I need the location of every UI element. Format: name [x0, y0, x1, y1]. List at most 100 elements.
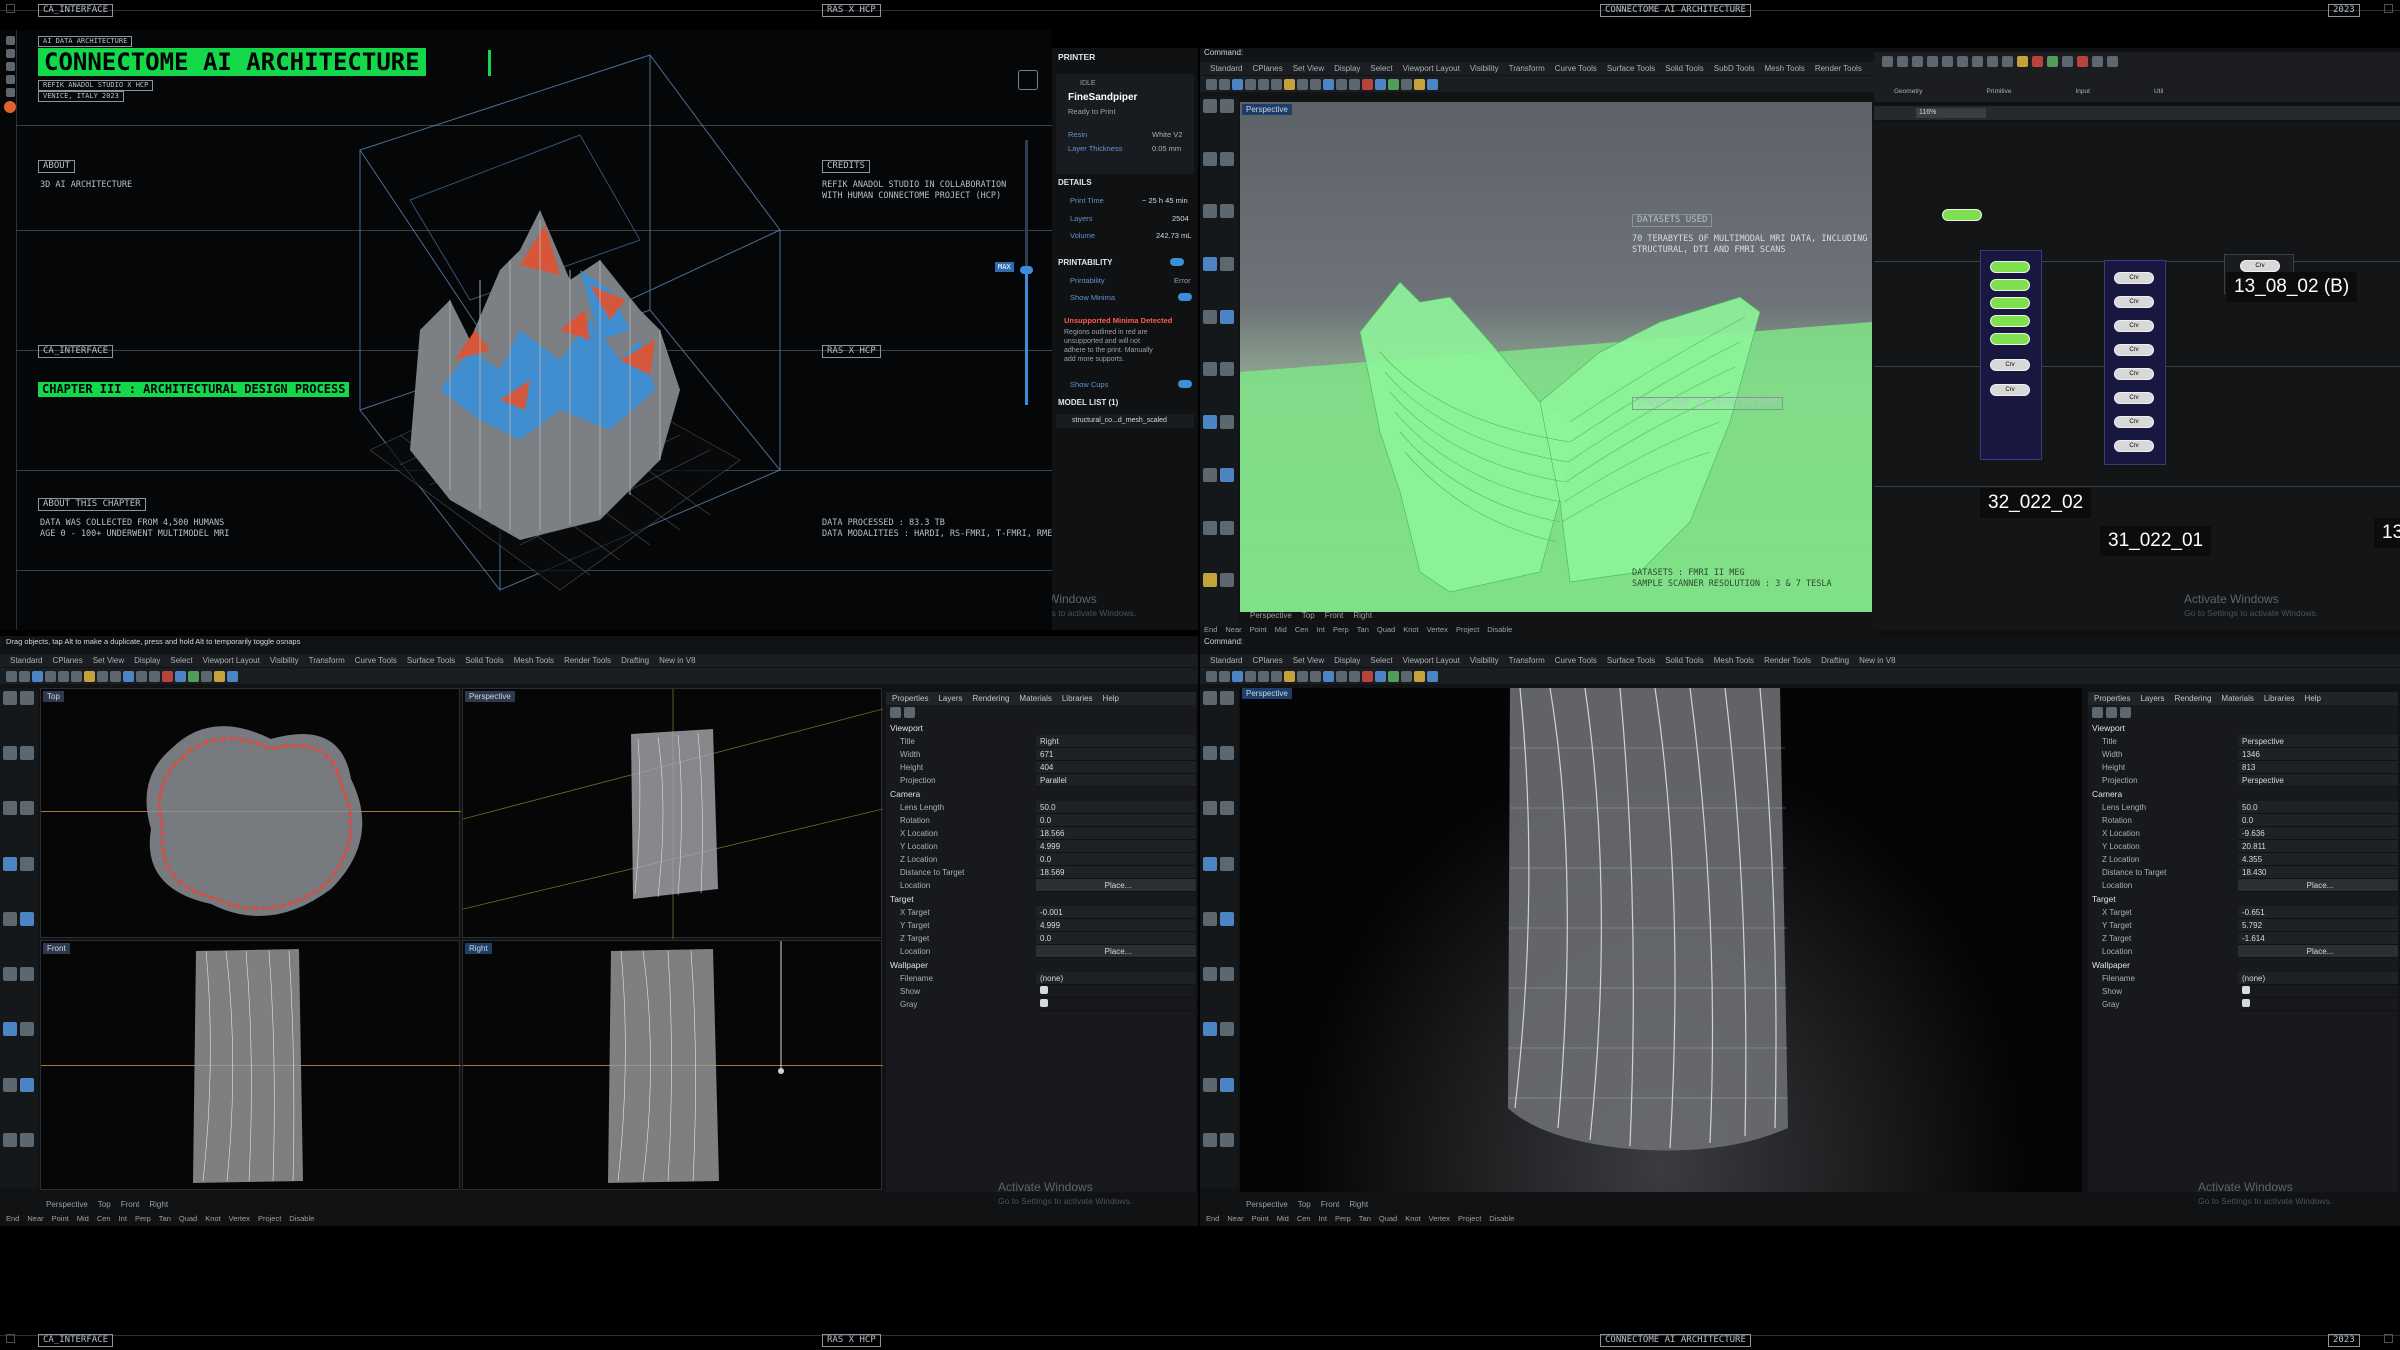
undo-icon[interactable]	[1297, 78, 1308, 90]
bl-polyline-icon[interactable]	[20, 746, 34, 761]
br-menu-viewport-layout[interactable]: Viewport Layout	[1403, 654, 1460, 667]
rt-osnap-near[interactable]: Near	[1225, 624, 1241, 636]
br-array-icon[interactable]	[1203, 1022, 1217, 1037]
gh-tab-primitive[interactable]: Primitive	[1987, 88, 2012, 95]
br-menu-mesh-tools[interactable]: Mesh Tools	[1714, 654, 1754, 667]
rt-viewtab-right[interactable]: Right	[1353, 610, 1372, 622]
br-menu-drafting[interactable]: Drafting	[1821, 654, 1849, 667]
bl-menu-viewport-layout[interactable]: Viewport Layout	[203, 654, 260, 667]
bl-boolean-icon[interactable]	[20, 1022, 34, 1037]
bl-props-tab-layers[interactable]: Layers	[938, 692, 962, 705]
pan-icon[interactable]	[1323, 78, 1334, 90]
rt-osnap-vertex[interactable]: Vertex	[1427, 624, 1448, 636]
br-osnap-perp[interactable]: Perp	[1335, 1213, 1351, 1225]
br-copy-icon[interactable]	[1271, 670, 1282, 682]
br-menu-visibility[interactable]: Visibility	[1470, 654, 1499, 667]
rt-menu-surface-tools[interactable]: Surface Tools	[1607, 62, 1655, 75]
bl-redo-icon[interactable]	[110, 670, 121, 682]
bl-props-tab-rendering[interactable]: Rendering	[972, 692, 1009, 705]
viewport-perspective-small[interactable]: Perspective	[462, 688, 883, 939]
command-line[interactable]: Command:	[1204, 48, 1243, 57]
bl-osnap-perp[interactable]: Perp	[135, 1213, 151, 1225]
br-move-icon[interactable]	[1220, 967, 1234, 982]
viewport-perspective-large[interactable]: Perspective	[1240, 688, 2082, 1192]
br-render-icon[interactable]	[1362, 670, 1373, 682]
br-yt-field[interactable]: 5.792	[2238, 919, 2398, 932]
br-undo-icon[interactable]	[1297, 670, 1308, 682]
gh-vector-icon[interactable]	[1897, 56, 1908, 67]
br-osnap-vertex[interactable]: Vertex	[1429, 1213, 1450, 1225]
br-mesh-icon[interactable]	[1203, 967, 1217, 982]
gh-node-crv-1[interactable]: Crv	[1990, 359, 2030, 371]
br-point-icon[interactable]	[1220, 691, 1234, 705]
rt-osnap-knot[interactable]: Knot	[1403, 624, 1418, 636]
redo-icon[interactable]	[1310, 78, 1321, 90]
green-viewport[interactable]: Perspective DATASETS USED 70 TERABYTES O…	[1240, 102, 1872, 612]
bl-zoom-icon[interactable]	[149, 670, 160, 682]
rotate-icon[interactable]	[1336, 78, 1347, 90]
grid-snap-icon[interactable]	[1388, 78, 1399, 90]
rt-menu-select[interactable]: Select	[1370, 62, 1392, 75]
bl-solid-icon[interactable]	[20, 911, 34, 926]
bl-undo-icon[interactable]	[97, 670, 108, 682]
br-menu-solid-tools[interactable]: Solid Tools	[1665, 654, 1704, 667]
bl-lens-field[interactable]: 50.0	[1036, 801, 1196, 814]
rt-menu-set-view[interactable]: Set View	[1293, 62, 1324, 75]
br-title-field[interactable]: Perspective	[2238, 735, 2398, 748]
bl-menu-set-view[interactable]: Set View	[93, 654, 124, 667]
offset-icon[interactable]	[1220, 467, 1234, 482]
bl-show-checkbox[interactable]	[1040, 986, 1048, 994]
br-paste-icon[interactable]	[1284, 670, 1295, 682]
br-circle-icon[interactable]	[1220, 801, 1234, 816]
rt-viewtab-perspective[interactable]: Perspective	[1250, 610, 1292, 622]
rt-menu-render-tools[interactable]: Render Tools	[1815, 62, 1862, 75]
bl-projection-select[interactable]: Parallel	[1036, 774, 1196, 787]
bl-grid-icon[interactable]	[188, 670, 199, 682]
text-icon[interactable]	[1220, 573, 1234, 588]
bl-yt-field[interactable]: 4.999	[1036, 919, 1196, 932]
bl-props-tab-materials[interactable]: Materials	[1019, 692, 1051, 705]
split-icon[interactable]	[1220, 520, 1234, 535]
bl-dist-field[interactable]: 18.569	[1036, 866, 1196, 879]
rt-osnap-mid[interactable]: Mid	[1275, 624, 1287, 636]
br-height-field[interactable]: 813	[2238, 761, 2398, 774]
bl-menu-curve-tools[interactable]: Curve Tools	[355, 654, 397, 667]
br-polyline-icon[interactable]	[1220, 746, 1234, 761]
bl-osnap-end[interactable]: End	[6, 1213, 19, 1225]
open-icon[interactable]	[1219, 78, 1230, 90]
bl-menu-mesh-tools[interactable]: Mesh Tools	[514, 654, 554, 667]
rt-osnap-end[interactable]: End	[1204, 624, 1217, 636]
br-props-tab-layers[interactable]: Layers	[2140, 692, 2164, 705]
gh-node-g2[interactable]	[1990, 279, 2030, 291]
br-line-icon[interactable]	[1203, 746, 1217, 761]
bl-menu-select[interactable]: Select	[170, 654, 192, 667]
gh-cluster-icon[interactable]	[2107, 56, 2118, 67]
rt-menu-display[interactable]: Display	[1334, 62, 1360, 75]
viewport-top[interactable]: Top	[40, 688, 461, 938]
gh-bool-icon[interactable]	[2062, 56, 2073, 67]
br-osnap-knot[interactable]: Knot	[1405, 1213, 1420, 1225]
bl-osnap-int[interactable]: Int	[119, 1213, 127, 1225]
fillet-icon[interactable]	[1203, 467, 1217, 482]
bl-copy-icon[interactable]	[71, 670, 82, 682]
br-zoom-icon[interactable]	[1349, 670, 1360, 682]
br-lens-field[interactable]: 50.0	[2238, 801, 2398, 814]
paste-icon[interactable]	[1284, 78, 1295, 90]
br-curve-icon[interactable]	[1203, 801, 1217, 816]
gh-node-crv-5[interactable]: Crv	[2114, 320, 2154, 332]
br-boolean-icon[interactable]	[1220, 1022, 1234, 1037]
bl-osnap-vertex[interactable]: Vertex	[229, 1213, 250, 1225]
bl-point-icon[interactable]	[20, 691, 34, 705]
br-osnap-point[interactable]: Point	[1252, 1213, 1269, 1225]
br-osnap-project[interactable]: Project	[1458, 1213, 1481, 1225]
br-menu-select[interactable]: Select	[1370, 654, 1392, 667]
bl-filename-field[interactable]: (none)	[1036, 972, 1196, 985]
br-rect-icon[interactable]	[1220, 856, 1234, 871]
bl-viewtab-perspective[interactable]: Perspective	[46, 1199, 88, 1211]
rt-osnap-cen[interactable]: Cen	[1295, 624, 1309, 636]
br-trim-icon[interactable]	[1203, 1132, 1217, 1147]
br-osnap-disable[interactable]: Disable	[1489, 1213, 1514, 1225]
bl-menu-cplanes[interactable]: CPlanes	[52, 654, 82, 667]
br-osnap-quad[interactable]: Quad	[1379, 1213, 1397, 1225]
gh-mesh-icon[interactable]	[1987, 56, 1998, 67]
